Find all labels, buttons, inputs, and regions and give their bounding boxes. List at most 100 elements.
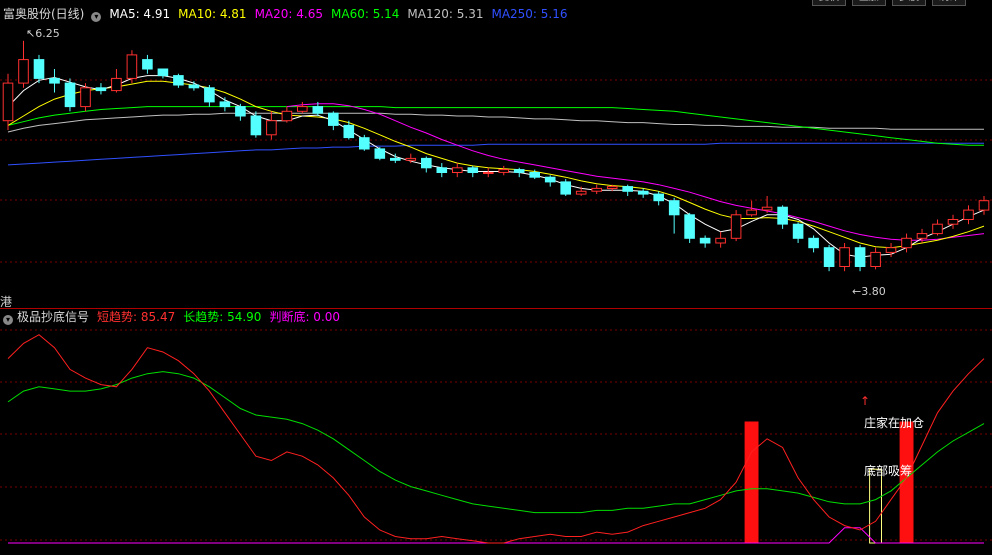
low-price-label: 3.80 [861, 285, 886, 298]
candle-41 [637, 188, 649, 198]
candle-body-25 [390, 157, 401, 161]
candle-body-50 [777, 206, 788, 225]
candle-45 [699, 235, 711, 248]
candle-body-46 [715, 237, 726, 244]
candle-body-5 [80, 87, 91, 108]
candle-10 [157, 68, 169, 79]
candle-62 [963, 205, 974, 225]
candle-body-7 [111, 77, 122, 92]
annotation-dealer-adding: 庄家在加仓 [864, 416, 925, 430]
candle-42 [653, 191, 665, 206]
signal-line [8, 527, 984, 544]
signal-bar-yellow [869, 468, 882, 544]
price-high-marker: ↖6.25 [26, 27, 60, 40]
up-arrow-icon: ↑ [860, 394, 871, 408]
indicator-legend-item-1: 长趋势: 54.90 [183, 310, 262, 324]
candle-16 [250, 111, 262, 138]
candle-40 [622, 184, 634, 196]
candle-body-39 [606, 186, 618, 190]
chart-stage[interactable]: 复权 叠加 多股 统计 富奥股份(日线)▾MA5: 4.91MA10: 4.81… [0, 0, 992, 555]
candle-24 [374, 147, 386, 161]
candle-43 [668, 197, 680, 234]
candle-13 [204, 85, 215, 107]
candle-body-61 [947, 219, 959, 225]
candle-50 [777, 205, 788, 229]
candle-body-37 [575, 190, 587, 195]
indicator-legend-item-2: 判断底: 0.00 [269, 310, 341, 324]
candle-35 [544, 175, 556, 187]
candle-55 [854, 244, 866, 272]
signal-bar-red-0 [744, 421, 759, 543]
indicator-lines [7, 334, 985, 544]
kline-chart[interactable] [0, 0, 992, 555]
candle-29 [452, 163, 463, 178]
arrow-icon: ← [852, 285, 862, 298]
price-low-marker: ←3.80 [852, 285, 886, 298]
candle-body-19 [297, 106, 308, 112]
ma120-line [7, 112, 984, 133]
candle-38 [591, 184, 603, 195]
candle-9 [142, 54, 153, 74]
chevron-down-icon[interactable]: ▾ [3, 315, 13, 325]
candle-36 [560, 179, 572, 196]
candle-17 [266, 111, 277, 140]
candle-body-13 [204, 87, 215, 103]
candle-body-49 [761, 206, 773, 211]
candle-body-33 [513, 169, 525, 173]
candle-53 [823, 244, 835, 272]
ma250-line [7, 142, 984, 166]
candle-body-6 [95, 87, 107, 92]
candle-body-34 [529, 172, 541, 178]
candle-body-16 [250, 115, 262, 136]
candle-body-52 [808, 237, 819, 249]
chevron-down-icon[interactable]: ▾ [91, 12, 102, 22]
candle-body-53 [823, 247, 835, 267]
candle-46 [715, 231, 726, 248]
candle-body-10 [157, 68, 169, 77]
stock-title: 富奥股份(日线) [3, 7, 85, 21]
candle-body-51 [792, 223, 804, 239]
candle-44 [684, 212, 695, 243]
candle-body-62 [963, 209, 974, 221]
candle-body-12 [188, 84, 200, 89]
candle-60 [932, 219, 943, 236]
candle-body-58 [901, 237, 912, 249]
moving-average-lines [7, 75, 985, 258]
ma-legend-items: MA5: 4.91 MA10: 4.81 MA20: 4.65 MA60: 5.14 M… [105, 7, 571, 21]
candle-body-1 [18, 59, 29, 84]
candle-body-63 [978, 200, 990, 211]
candle-21 [328, 111, 339, 131]
candle-body-47 [730, 214, 742, 239]
candle-body-44 [684, 214, 695, 239]
candle-body-18 [281, 110, 293, 122]
candle-body-43 [668, 200, 680, 216]
candle-body-28 [436, 167, 448, 174]
candle-31 [483, 167, 494, 178]
indicator-legend-item-0: 短趋势: 85.47 [97, 310, 176, 324]
candle-body-40 [622, 186, 634, 192]
ma60-line [7, 106, 984, 146]
candle-body-35 [544, 176, 556, 183]
candle-27 [421, 156, 432, 173]
candle-11 [173, 73, 184, 88]
ma-legend-item-1: MA10: 4.81 [178, 7, 247, 21]
candle-18 [281, 106, 293, 123]
candle-body-2 [33, 59, 45, 79]
candle-3 [49, 69, 60, 93]
candle-2 [33, 54, 45, 84]
indicator-title: 极品抄底信号 [17, 310, 90, 324]
candle-body-59 [916, 233, 928, 239]
candle-32 [498, 165, 509, 176]
candle-51 [792, 222, 804, 243]
candle-body-36 [560, 181, 572, 195]
candle-52 [808, 235, 819, 253]
candle-7 [111, 69, 122, 93]
candle-body-14 [219, 101, 231, 108]
ma-legend-item-2: MA20: 4.65 [254, 7, 323, 21]
ma-legend-item-0: MA5: 4.91 [109, 7, 171, 21]
candle-body-38 [591, 187, 603, 192]
candle-body-23 [359, 137, 370, 150]
candle-body-30 [467, 167, 479, 174]
candle-54 [839, 242, 850, 272]
candle-body-57 [885, 247, 897, 253]
